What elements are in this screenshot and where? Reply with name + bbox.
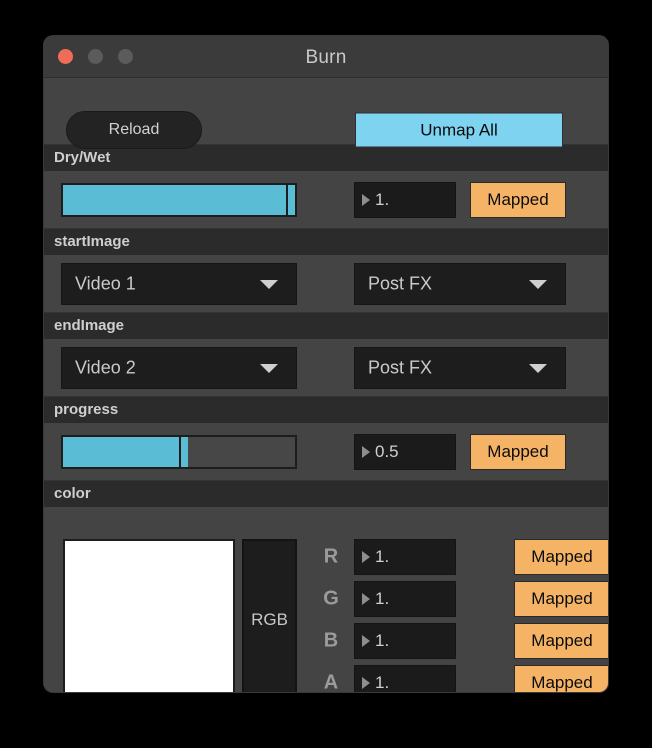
channel-g-value-field[interactable]: 1.	[354, 581, 456, 617]
channel-a-value: 1.	[375, 673, 390, 692]
section-body-progress: 0.5 Mapped	[44, 423, 608, 480]
slider-handle[interactable]	[179, 436, 188, 467]
channel-row-g: G 1. Mapped	[320, 581, 608, 617]
dropdown-value: Video 1	[75, 273, 136, 293]
channel-a-value-field[interactable]: 1.	[354, 665, 456, 692]
channel-row-b: B 1. Mapped	[320, 623, 608, 659]
progress-slider[interactable]	[61, 434, 297, 469]
dropdown-value: Post FX	[368, 357, 433, 377]
channel-g-mapped-button[interactable]: Mapped	[514, 581, 608, 617]
channel-r-value: 1.	[375, 547, 390, 566]
start-image-source-dropdown[interactable]: Video 1	[61, 262, 297, 305]
end-image-source-dropdown[interactable]: Video 2	[61, 346, 297, 389]
section-header-start-image: startImage	[44, 228, 608, 255]
channel-label-g: G	[323, 587, 339, 610]
dry-wet-slider[interactable]	[61, 182, 297, 217]
chevron-down-icon[interactable]	[260, 279, 278, 289]
color-mode-button[interactable]: RGB	[242, 539, 297, 692]
triangle-right-icon[interactable]	[362, 677, 370, 689]
color-swatch[interactable]	[63, 539, 235, 692]
dry-wet-value-field[interactable]: 1.	[354, 181, 456, 218]
channel-row-r: R 1. Mapped	[320, 539, 608, 575]
chevron-down-icon[interactable]	[529, 363, 547, 373]
slider-handle[interactable]	[285, 184, 295, 215]
channel-label-b: B	[323, 629, 339, 652]
chevron-down-icon[interactable]	[260, 363, 278, 373]
triangle-right-icon[interactable]	[362, 635, 370, 647]
section-body-dry-wet: 1. Mapped	[44, 171, 608, 228]
channel-label-a: A	[323, 671, 339, 693]
progress-mapped-button[interactable]: Mapped	[470, 433, 566, 470]
channel-b-mapped-button[interactable]: Mapped	[514, 623, 608, 659]
progress-value: 0.5	[375, 441, 399, 461]
window-title: Burn	[305, 47, 347, 68]
channel-g-value: 1.	[375, 589, 390, 608]
section-header-color: color	[44, 480, 608, 507]
progress-value-field[interactable]: 0.5	[354, 433, 456, 470]
toolbar: Reload Unmap All	[44, 78, 608, 149]
triangle-right-icon[interactable]	[362, 445, 370, 458]
unmap-all-button[interactable]: Unmap All	[355, 112, 563, 148]
channel-a-mapped-button[interactable]: Mapped	[514, 665, 608, 692]
channel-r-value-field[interactable]: 1.	[354, 539, 456, 575]
section-header-end-image: endImage	[44, 312, 608, 339]
dropdown-value: Post FX	[368, 273, 433, 293]
channel-b-value: 1.	[375, 631, 390, 650]
start-image-stage-dropdown[interactable]: Post FX	[354, 262, 566, 305]
channel-r-mapped-button[interactable]: Mapped	[514, 539, 608, 575]
window-titlebar: Burn	[44, 36, 608, 78]
channel-row-a: A 1. Mapped	[320, 665, 608, 693]
triangle-right-icon[interactable]	[362, 193, 370, 206]
channel-label-r: R	[323, 545, 339, 568]
slider-fill	[63, 436, 179, 467]
reload-button[interactable]: Reload	[66, 111, 202, 149]
chevron-down-icon[interactable]	[529, 279, 547, 289]
section-header-progress: progress	[44, 396, 608, 423]
end-image-stage-dropdown[interactable]: Post FX	[354, 346, 566, 389]
dropdown-value: Video 2	[75, 357, 136, 377]
dry-wet-mapped-button[interactable]: Mapped	[470, 181, 566, 218]
channel-b-value-field[interactable]: 1.	[354, 623, 456, 659]
section-body-end-image: Video 2 Post FX	[44, 339, 608, 396]
burn-plugin-window: Burn Reload Unmap All Dry/Wet 1. Mapped …	[44, 36, 608, 692]
triangle-right-icon[interactable]	[362, 551, 370, 563]
triangle-right-icon[interactable]	[362, 593, 370, 605]
dry-wet-value: 1.	[375, 189, 390, 209]
slider-fill	[63, 184, 286, 215]
section-body-color: RGB R 1. Mapped G 1. Mapped B 1. Mapped	[44, 507, 608, 692]
section-body-start-image: Video 1 Post FX	[44, 255, 608, 312]
